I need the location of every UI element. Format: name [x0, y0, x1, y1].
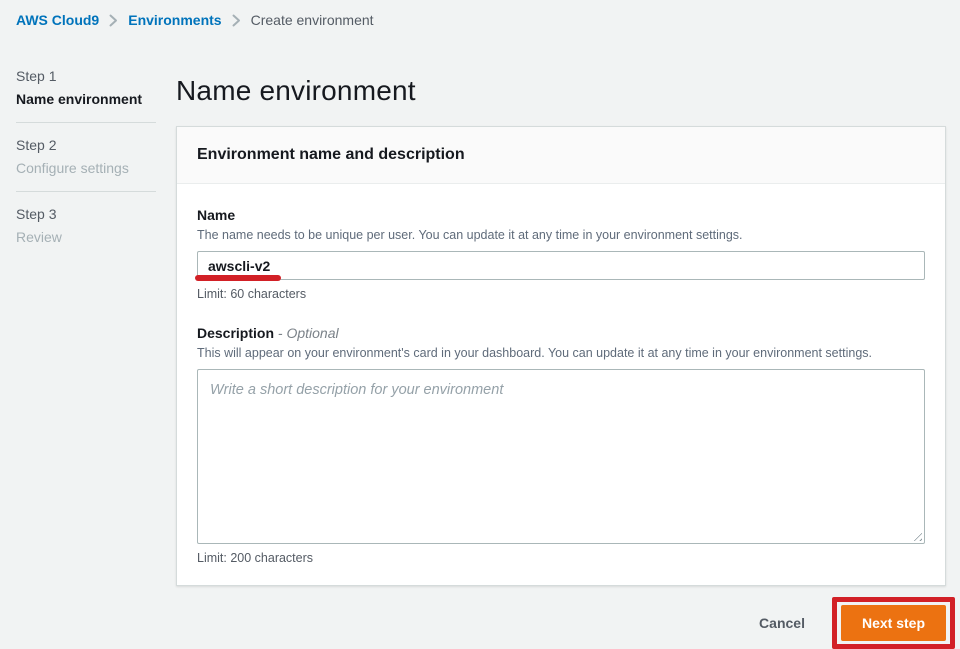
step-number-label: Step 1 — [16, 68, 156, 84]
environment-description-textarea[interactable] — [197, 369, 925, 544]
description-label-text: Description — [197, 325, 274, 341]
optional-suffix: - Optional — [278, 325, 339, 341]
breadcrumb: AWS Cloud9 Environments Create environme… — [16, 12, 374, 28]
step-title-configure-settings: Configure settings — [16, 160, 156, 176]
wizard-step-3: Step 3 Review — [16, 206, 156, 245]
description-help-text: This will appear on your environment's c… — [197, 345, 925, 361]
next-step-button[interactable]: Next step — [841, 605, 946, 641]
page-title: Name environment — [176, 76, 946, 105]
step-divider — [16, 122, 156, 123]
breadcrumb-aws-cloud9[interactable]: AWS Cloud9 — [16, 12, 99, 28]
description-limit-text: Limit: 200 characters — [197, 551, 925, 565]
chevron-right-icon — [109, 14, 118, 27]
step-number-label: Step 2 — [16, 137, 156, 153]
wizard-step-2: Step 2 Configure settings — [16, 137, 156, 176]
name-label: Name — [197, 206, 925, 224]
step-divider — [16, 191, 156, 192]
step-number-label: Step 3 — [16, 206, 156, 222]
step-title-review: Review — [16, 229, 156, 245]
wizard-steps-sidebar: Step 1 Name environment Step 2 Configure… — [16, 68, 156, 245]
name-limit-text: Limit: 60 characters — [197, 287, 925, 301]
breadcrumb-environments[interactable]: Environments — [128, 12, 221, 28]
optional-suffix-text: - Optional — [278, 325, 339, 341]
description-field-group: Description - Optional This will appear … — [197, 324, 925, 565]
step-title-name-environment: Name environment — [16, 91, 156, 107]
main-content: Name environment Environment name and de… — [176, 70, 946, 641]
description-label: Description - Optional — [197, 324, 925, 342]
environment-name-input[interactable] — [197, 251, 925, 280]
wizard-step-1: Step 1 Name environment — [16, 68, 156, 107]
environment-name-card: Environment name and description Name Th… — [176, 126, 946, 586]
name-field-group: Name The name needs to be unique per use… — [197, 206, 925, 301]
name-help-text: The name needs to be unique per user. Yo… — [197, 227, 925, 243]
card-body: Name The name needs to be unique per use… — [177, 184, 945, 585]
breadcrumb-current-page: Create environment — [251, 12, 374, 28]
chevron-right-icon — [232, 14, 241, 27]
card-header: Environment name and description — [177, 127, 945, 184]
cancel-button[interactable]: Cancel — [753, 614, 811, 632]
wizard-footer-actions: Cancel Next step — [176, 605, 946, 641]
